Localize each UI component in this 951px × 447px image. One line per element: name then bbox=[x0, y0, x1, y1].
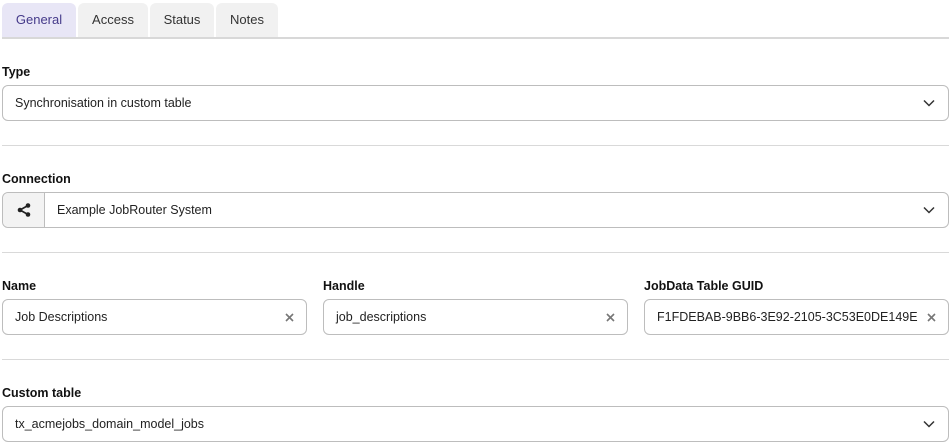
section-divider bbox=[2, 359, 949, 360]
custom-table-select[interactable]: tx_acmejobs_domain_model_jobs bbox=[2, 406, 949, 442]
chevron-down-icon bbox=[922, 417, 936, 431]
tab-access[interactable]: Access bbox=[78, 3, 148, 39]
clear-icon[interactable] bbox=[282, 310, 296, 324]
handle-field-value: job_descriptions bbox=[336, 310, 427, 324]
section-divider bbox=[2, 252, 949, 253]
handle-field[interactable]: job_descriptions bbox=[323, 299, 628, 335]
guid-label: JobData Table GUID bbox=[644, 279, 764, 293]
chevron-down-icon bbox=[922, 203, 936, 217]
guid-field[interactable]: F1FDEBAB-9BB6-3E92-2105-3C53E0DE149E bbox=[644, 299, 949, 335]
custom-table-select-value: tx_acmejobs_domain_model_jobs bbox=[15, 417, 205, 431]
name-field-value: Job Descriptions bbox=[15, 310, 108, 324]
guid-field-value: F1FDEBAB-9BB6-3E92-2105-3C53E0DE149E bbox=[657, 310, 918, 324]
share-nodes-icon bbox=[3, 193, 45, 227]
tab-notes[interactable]: Notes bbox=[216, 3, 278, 39]
custom-table-label: Custom table bbox=[2, 386, 82, 400]
type-select[interactable]: Synchronisation in custom table bbox=[2, 85, 949, 121]
connection-label: Connection bbox=[2, 172, 71, 186]
tab-bar: General Access Status Notes bbox=[2, 3, 278, 39]
tab-general[interactable]: General bbox=[2, 3, 76, 39]
type-select-value: Synchronisation in custom table bbox=[15, 96, 192, 110]
connection-select[interactable]: Example JobRouter System bbox=[2, 192, 949, 228]
section-divider bbox=[2, 145, 949, 146]
tab-underline bbox=[2, 37, 949, 39]
tab-status[interactable]: Status bbox=[150, 3, 214, 39]
type-label: Type bbox=[2, 65, 31, 79]
chevron-down-icon bbox=[922, 96, 936, 110]
name-field[interactable]: Job Descriptions bbox=[2, 299, 307, 335]
name-label: Name bbox=[2, 279, 37, 293]
clear-icon[interactable] bbox=[603, 310, 617, 324]
handle-label: Handle bbox=[323, 279, 365, 293]
connection-select-value: Example JobRouter System bbox=[57, 203, 212, 217]
clear-icon[interactable] bbox=[924, 310, 938, 324]
